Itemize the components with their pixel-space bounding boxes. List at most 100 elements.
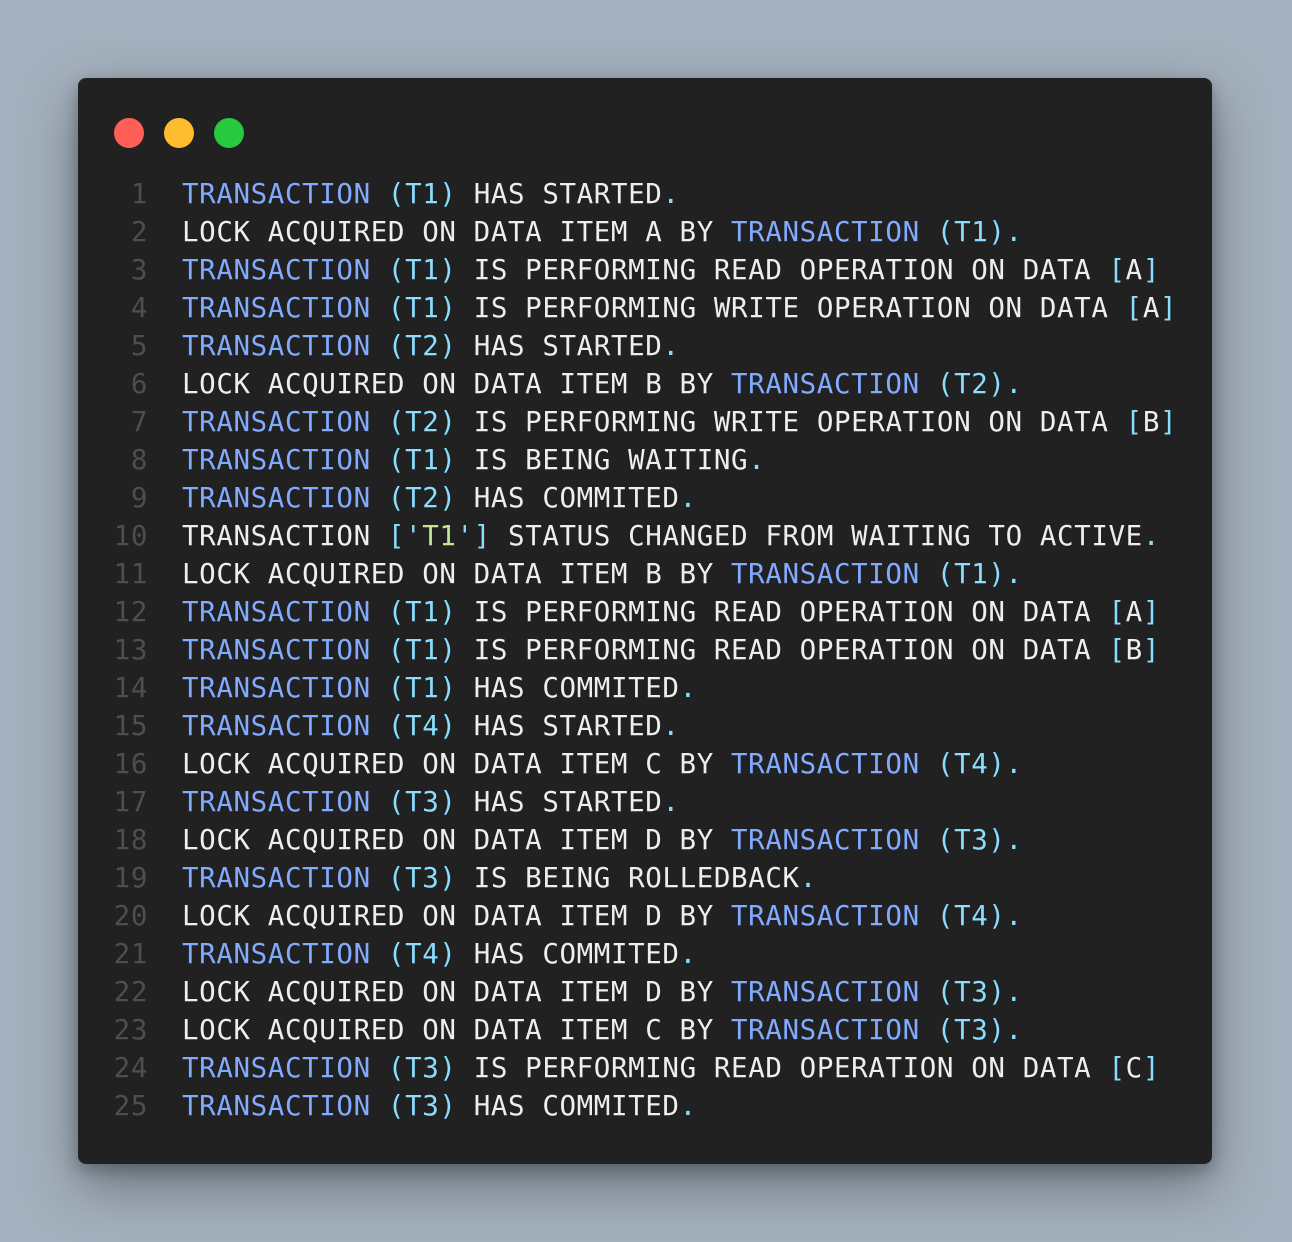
code-token: . [662, 710, 680, 742]
code-token: IS PERFORMING READ OPERATION ON DATA [456, 1052, 1109, 1084]
code-token: . [1142, 520, 1160, 552]
code-token: (T3). [936, 1014, 1023, 1046]
code-token: TRANSACTION [731, 216, 920, 248]
line-text: TRANSACTION ['T1'] STATUS CHANGED FROM W… [182, 517, 1160, 555]
code-token: . [799, 862, 817, 894]
code-line: 24 TRANSACTION (T3) IS PERFORMING READ OP… [78, 1049, 1212, 1087]
line-text: TRANSACTION (T3) HAS STARTED. [182, 783, 680, 821]
code-token: (T1) [387, 672, 457, 704]
minimize-window-button[interactable] [164, 118, 194, 148]
code-token: TRANSACTION [182, 482, 371, 514]
code-line: 2 LOCK ACQUIRED ON DATA ITEM A BY TRANSAC… [78, 213, 1212, 251]
line-text: TRANSACTION (T4) HAS STARTED. [182, 707, 680, 745]
code-line: 4 TRANSACTION (T1) IS PERFORMING WRITE OP… [78, 289, 1212, 327]
code-token: (T2) [387, 406, 457, 438]
code-token: TRANSACTION [182, 1090, 371, 1122]
code-token: TRANSACTION [731, 368, 920, 400]
line-text: LOCK ACQUIRED ON DATA ITEM D BY TRANSACT… [182, 897, 1023, 935]
line-number: 15 [113, 710, 148, 742]
code-token: (T3). [936, 976, 1023, 1008]
code-line: 5 TRANSACTION (T2) HAS STARTED. [78, 327, 1212, 365]
code-token: T1 [422, 520, 457, 552]
code-line: 10 TRANSACTION ['T1'] STATUS CHANGED FROM… [78, 517, 1212, 555]
code-token: . [748, 444, 766, 476]
code-token: TRANSACTION [182, 938, 371, 970]
code-token: (T2). [936, 368, 1023, 400]
code-line: 25 TRANSACTION (T3) HAS COMMITED. [78, 1087, 1212, 1125]
code-token: ] [1142, 254, 1161, 286]
line-number: 16 [113, 748, 148, 780]
code-token: IS PERFORMING READ OPERATION ON DATA [456, 254, 1109, 286]
line-text: TRANSACTION (T2) IS PERFORMING WRITE OPE… [182, 403, 1177, 441]
code-token: (T4) [387, 938, 457, 970]
code-line: 11 LOCK ACQUIRED ON DATA ITEM B BY TRANSA… [78, 555, 1212, 593]
code-token: (T3) [387, 1090, 457, 1122]
code-line: 7 TRANSACTION (T2) IS PERFORMING WRITE OP… [78, 403, 1212, 441]
line-text: TRANSACTION (T4) HAS COMMITED. [182, 935, 697, 973]
code-token: TRANSACTION [182, 406, 371, 438]
code-token: IS PERFORMING READ OPERATION ON DATA [456, 596, 1109, 628]
code-token: . [679, 1090, 697, 1122]
code-token: IS PERFORMING WRITE OPERATION ON DATA [456, 292, 1126, 324]
code-token: A [1125, 596, 1143, 628]
code-token: TRANSACTION [731, 748, 920, 780]
code-token: ] [1160, 406, 1178, 438]
code-token: TRANSACTION [731, 976, 920, 1008]
code-token: (T1) [387, 444, 457, 476]
code-window: 1 TRANSACTION (T1) HAS STARTED. 2 LOCK ACQU… [78, 78, 1212, 1164]
backdrop: 1 TRANSACTION (T1) HAS STARTED. 2 LOCK ACQU… [0, 0, 1292, 1242]
line-number: 1 [130, 178, 148, 210]
code-token: (T1) [387, 178, 457, 210]
code-token: (T1) [387, 634, 457, 666]
code-token: HAS COMMITED [456, 1090, 680, 1122]
code-token: [ [1125, 292, 1143, 324]
code-token: HAS STARTED [456, 710, 663, 742]
code-token: TRANSACTION [182, 292, 371, 324]
line-text: LOCK ACQUIRED ON DATA ITEM D BY TRANSACT… [182, 973, 1023, 1011]
line-text: TRANSACTION (T1) IS BEING WAITING. [182, 441, 765, 479]
code-token: TRANSACTION [182, 254, 371, 286]
line-text: TRANSACTION (T3) IS PERFORMING READ OPER… [182, 1049, 1160, 1087]
code-line: 21 TRANSACTION (T4) HAS COMMITED. [78, 935, 1212, 973]
line-text: TRANSACTION (T3) IS BEING ROLLEDBACK. [182, 859, 817, 897]
code-token: TRANSACTION [182, 634, 371, 666]
line-text: TRANSACTION (T1) IS PERFORMING READ OPER… [182, 631, 1160, 669]
line-text: LOCK ACQUIRED ON DATA ITEM C BY TRANSACT… [182, 1011, 1023, 1049]
code-line: 1 TRANSACTION (T1) HAS STARTED. [78, 175, 1212, 213]
close-window-button[interactable] [114, 118, 144, 148]
code-token: (T1) [387, 596, 457, 628]
maximize-window-button[interactable] [214, 118, 244, 148]
code-token: B [1142, 406, 1160, 438]
line-text: LOCK ACQUIRED ON DATA ITEM B BY TRANSACT… [182, 555, 1023, 593]
line-number: 8 [130, 444, 148, 476]
code-token: (T1) [387, 292, 457, 324]
code-token: IS PERFORMING WRITE OPERATION ON DATA [456, 406, 1126, 438]
line-number: 25 [113, 1090, 148, 1122]
code-token: [ [1108, 634, 1126, 666]
line-text: LOCK ACQUIRED ON DATA ITEM D BY TRANSACT… [182, 821, 1023, 859]
code-token: IS BEING ROLLEDBACK [456, 862, 800, 894]
code-token: LOCK ACQUIRED ON DATA ITEM B BY [182, 558, 732, 590]
code-token: TRANSACTION [731, 824, 920, 856]
line-number: 11 [113, 558, 148, 590]
line-number: 4 [130, 292, 148, 324]
code-token: LOCK ACQUIRED ON DATA ITEM D BY [182, 976, 732, 1008]
code-token: A [1142, 292, 1160, 324]
line-number: 19 [113, 862, 148, 894]
code-token: . [679, 672, 697, 704]
code-token: STATUS CHANGED FROM WAITING TO ACTIVE [490, 520, 1143, 552]
line-text: TRANSACTION (T2) HAS STARTED. [182, 327, 680, 365]
code-token: . [679, 938, 697, 970]
code-token: LOCK ACQUIRED ON DATA ITEM B BY [182, 368, 732, 400]
